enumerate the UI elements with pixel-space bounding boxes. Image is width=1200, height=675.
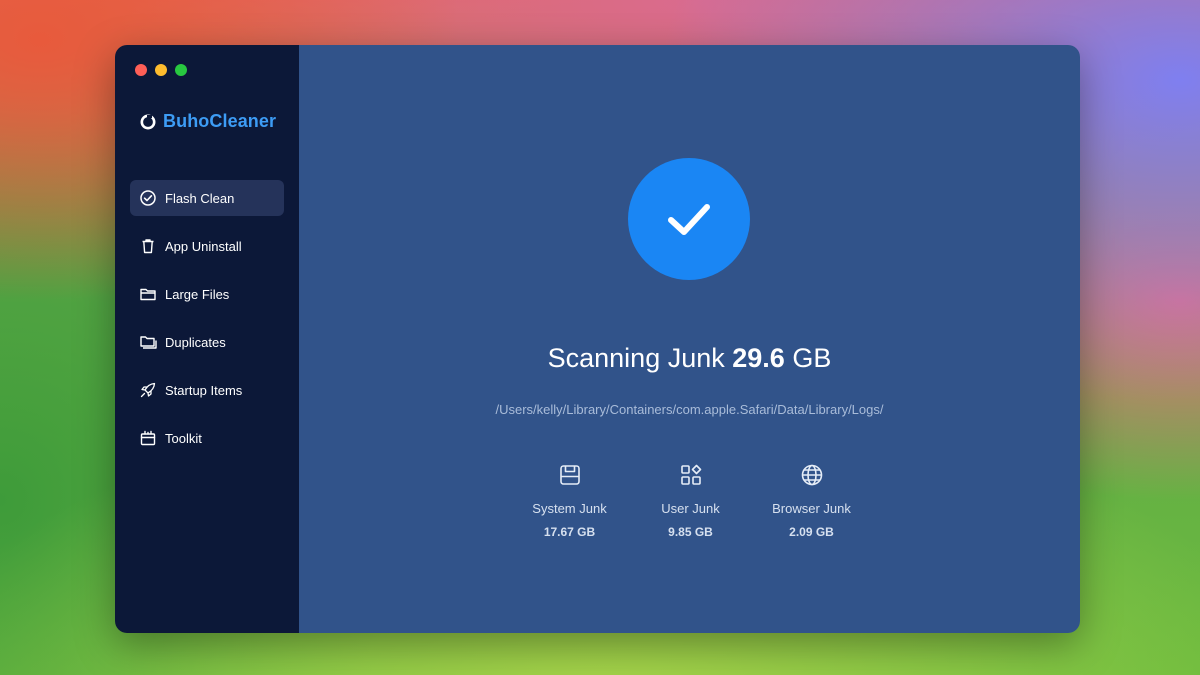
stat-system-junk: System Junk 17.67 GB	[509, 460, 630, 539]
sidebar-item-startup-items[interactable]: Startup Items	[130, 372, 284, 408]
apps-grid-icon	[680, 464, 701, 485]
app-window: BuhoCleaner Flash Clean App Uninstall La…	[115, 45, 1080, 633]
drive-icon	[559, 465, 580, 485]
minimize-window-button[interactable]	[155, 64, 167, 76]
rocket-icon	[140, 382, 156, 398]
globe-icon	[801, 464, 822, 486]
check-circle-icon	[140, 190, 156, 206]
stat-label: System Junk	[532, 501, 607, 516]
sidebar-item-large-files[interactable]: Large Files	[130, 276, 284, 312]
stat-user-junk: User Junk 9.85 GB	[630, 460, 751, 539]
sidebar-nav: Flash Clean App Uninstall Large Files Du…	[130, 180, 284, 468]
scan-status-badge	[628, 158, 750, 280]
scan-total-unit: GB	[792, 343, 832, 373]
main-panel: Scanning Junk 29.6 GB /Users/kelly/Libra…	[299, 45, 1080, 633]
folder-icon	[140, 288, 156, 301]
sidebar-item-label: Flash Clean	[165, 190, 235, 206]
trash-icon	[142, 239, 154, 254]
stat-label: Browser Junk	[772, 501, 851, 516]
sidebar-item-duplicates[interactable]: Duplicates	[130, 324, 284, 360]
zoom-window-button[interactable]	[175, 64, 187, 76]
scan-status-text: Scanning Junk	[547, 343, 725, 373]
sidebar-item-flash-clean[interactable]: Flash Clean	[130, 180, 284, 216]
stat-label: User Junk	[661, 501, 720, 516]
scan-total-size: 29.6	[732, 343, 785, 373]
sidebar: BuhoCleaner Flash Clean App Uninstall La…	[115, 45, 299, 633]
sidebar-item-label: App Uninstall	[165, 238, 242, 254]
checkmark-icon	[668, 204, 710, 235]
duplicate-folder-icon	[140, 336, 157, 349]
stat-value: 9.85 GB	[668, 525, 713, 539]
sidebar-item-toolkit[interactable]: Toolkit	[130, 420, 284, 456]
scan-headline: Scanning Junk 29.6 GB	[299, 343, 1080, 374]
stat-browser-junk: Browser Junk 2.09 GB	[751, 460, 872, 539]
scan-current-path: /Users/kelly/Library/Containers/com.appl…	[495, 402, 884, 417]
app-name: BuhoCleaner	[163, 111, 277, 131]
toolkit-icon	[140, 430, 156, 446]
close-window-button[interactable]	[135, 64, 147, 76]
buho-logo-icon	[140, 114, 156, 129]
junk-stats: System Junk 17.67 GB User Junk 9.85 GB B…	[509, 460, 872, 539]
sidebar-item-label: Large Files	[165, 286, 230, 302]
sidebar-item-label: Startup Items	[165, 382, 243, 398]
stat-value: 17.67 GB	[543, 525, 596, 539]
sidebar-item-label: Toolkit	[165, 430, 202, 446]
stat-value: 2.09 GB	[789, 525, 834, 539]
app-logo: BuhoCleaner	[139, 111, 276, 132]
sidebar-item-label: Duplicates	[165, 334, 226, 350]
window-controls	[135, 64, 187, 76]
sidebar-item-app-uninstall[interactable]: App Uninstall	[130, 228, 284, 264]
